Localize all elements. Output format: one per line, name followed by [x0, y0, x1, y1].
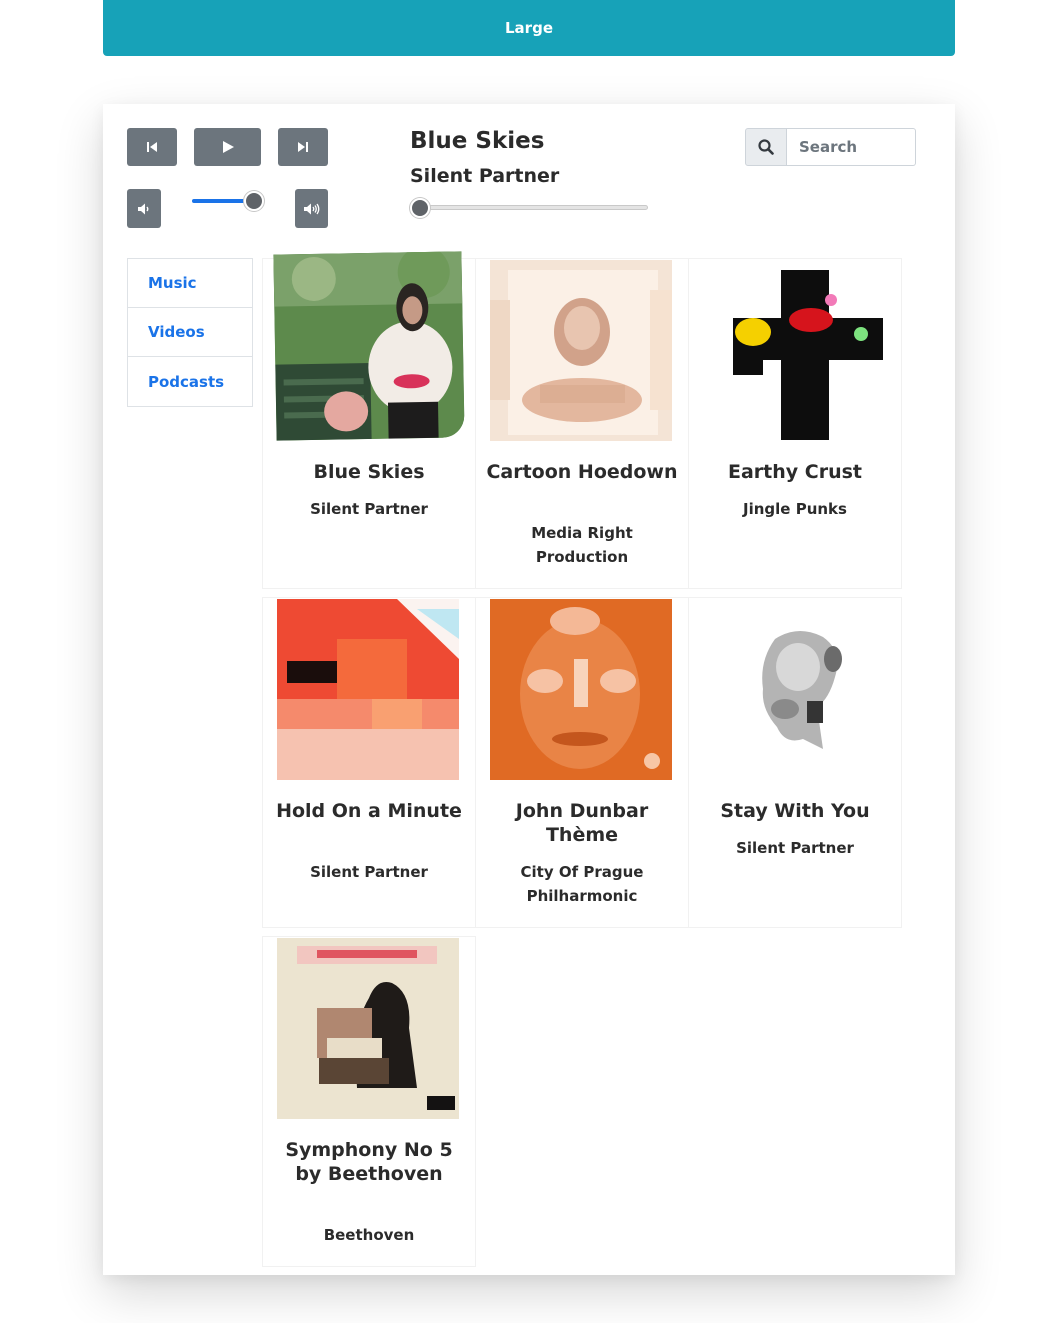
play-icon [222, 141, 234, 153]
album-art [703, 260, 885, 441]
track-card-stay-with-you[interactable]: Stay With You Silent Partner [688, 597, 902, 928]
nav-item-podcasts[interactable]: Podcasts [128, 357, 252, 406]
track-artist: Beethoven [323, 1226, 415, 1244]
track-card-earthy-crust[interactable]: Earthy Crust Jingle Punks [688, 258, 902, 589]
media-player: Blue Skies Silent Partner Music Videos P… [103, 104, 955, 1275]
previous-button[interactable] [127, 128, 177, 166]
album-art [273, 251, 465, 441]
search-icon [758, 139, 774, 155]
search-button[interactable] [745, 128, 787, 166]
size-button[interactable]: Large [103, 0, 955, 56]
next-button[interactable] [278, 128, 328, 166]
skip-back-icon [147, 142, 157, 152]
track-artist: Jingle Punks [743, 500, 847, 518]
track-title: Cartoon Hoedown [486, 461, 678, 483]
track-title: Symphony No 5 by Beethoven [285, 1139, 453, 1185]
track-artist: Silent Partner [736, 839, 854, 857]
seek-slider-track[interactable] [412, 205, 648, 210]
track-title: Earthy Crust [727, 461, 862, 483]
album-art [490, 599, 672, 780]
track-title: Hold On a Minute [276, 800, 462, 822]
album-art [490, 260, 672, 441]
track-title: John Dunbar Thème [515, 800, 649, 846]
track-card-blue-skies[interactable]: Blue Skies Silent Partner [262, 251, 476, 589]
volume-down-button[interactable] [127, 189, 161, 228]
volume-slider-track[interactable] [192, 199, 252, 203]
nav-item-music[interactable]: Music [128, 259, 252, 308]
volume-slider-thumb[interactable] [244, 191, 264, 211]
track-card-hold-on-a-minute[interactable]: Hold On a Minute Silent Partner [262, 597, 476, 928]
track-artist: Silent Partner [310, 863, 428, 881]
category-nav: Music Videos Podcasts [127, 258, 253, 407]
volume-up-icon [303, 203, 319, 214]
seek-slider-thumb[interactable] [410, 198, 430, 218]
album-art [277, 599, 459, 780]
track-card-cartoon-hoedown[interactable]: Cartoon Hoedown Media Right Production [475, 258, 689, 589]
track-title: Blue Skies [313, 461, 425, 483]
skip-forward-icon [298, 142, 308, 152]
track-card-symphony-no-5[interactable]: Symphony No 5 by Beethoven Beethoven [262, 936, 476, 1267]
album-art [277, 938, 459, 1119]
track-card-john-dunbar-theme[interactable]: John Dunbar Thème City Of Prague Philhar… [475, 597, 689, 928]
now-playing-title: Blue Skies [410, 128, 545, 154]
play-button[interactable] [194, 128, 261, 166]
album-art [703, 599, 885, 780]
search-group [745, 128, 916, 166]
now-playing-artist: Silent Partner [410, 165, 560, 187]
volume-down-icon [138, 203, 149, 214]
track-artist: Silent Partner [310, 500, 428, 518]
track-artist: City Of Prague Philharmonic [520, 863, 644, 905]
track-title: Stay With You [720, 800, 870, 822]
track-artist: Media Right Production [531, 524, 633, 566]
volume-up-button[interactable] [295, 189, 328, 228]
nav-item-videos[interactable]: Videos [128, 308, 252, 357]
search-input[interactable] [787, 128, 916, 166]
